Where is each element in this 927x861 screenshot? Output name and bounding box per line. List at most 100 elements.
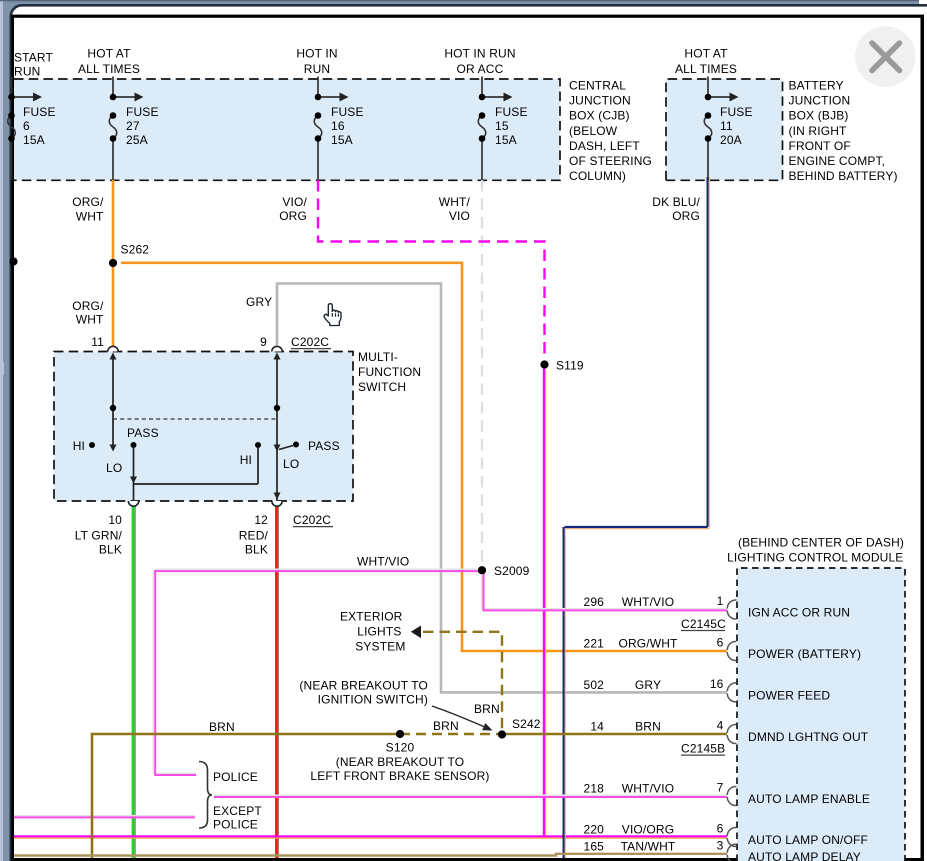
svg-text:PASS: PASS [127,426,159,440]
svg-text:COLUMN): COLUMN) [569,169,626,183]
svg-text:11: 11 [91,335,104,349]
svg-text:(BELOW: (BELOW [569,124,618,138]
svg-text:C2145C: C2145C [681,617,726,631]
svg-text:16: 16 [710,677,724,691]
svg-text:WHT/VIO: WHT/VIO [357,555,409,569]
svg-text:IGN ACC OR RUN: IGN ACC OR RUN [748,606,850,620]
svg-text:ALL TIMES: ALL TIMES [675,62,737,76]
svg-text:(NEAR BREAKOUT TO: (NEAR BREAKOUT TO [299,679,428,693]
svg-text:SYSTEM: SYSTEM [355,640,405,654]
svg-text:BOX (BJB): BOX (BJB) [789,109,849,123]
svg-text:HOT IN: HOT IN [296,47,337,61]
svg-text:20A: 20A [720,133,742,147]
svg-text:(IN RIGHT: (IN RIGHT [789,124,848,138]
svg-text:ORG/WHT: ORG/WHT [618,637,678,651]
svg-text:(BEHIND CENTER OF DASH): (BEHIND CENTER OF DASH) [738,535,904,549]
svg-text:502: 502 [584,678,605,692]
svg-text:VIO/: VIO/ [282,195,307,209]
svg-text:ORG/: ORG/ [72,299,104,313]
svg-text:BLK: BLK [99,543,122,557]
svg-text:15: 15 [495,119,509,133]
svg-text:AUTO LAMP ENABLE: AUTO LAMP ENABLE [748,792,870,806]
svg-text:25A: 25A [126,133,148,147]
svg-text:6: 6 [23,119,30,133]
svg-text:WHT/VIO: WHT/VIO [622,595,674,609]
svg-text:EXCEPT: EXCEPT [213,804,262,818]
svg-text:GRY: GRY [246,295,272,309]
svg-text:POLICE: POLICE [213,770,258,784]
svg-text:BEHIND BATTERY): BEHIND BATTERY) [789,169,898,183]
svg-text:IGNITION SWITCH): IGNITION SWITCH) [318,693,428,707]
svg-text:BRN: BRN [433,719,459,733]
svg-text:LEFT FRONT BRAKE SENSOR): LEFT FRONT BRAKE SENSOR) [310,769,489,783]
svg-text:CENTRAL: CENTRAL [569,79,626,93]
svg-text:S120: S120 [386,741,415,755]
svg-text:9: 9 [260,335,267,349]
svg-text:6: 6 [717,822,724,836]
svg-text:S242: S242 [512,717,541,731]
svg-text:EXTERIOR: EXTERIOR [340,609,403,623]
svg-text:FUNCTION: FUNCTION [358,365,421,379]
svg-text:PASS: PASS [308,439,340,453]
svg-text:RUN: RUN [14,65,40,79]
svg-text:BOX (CJB): BOX (CJB) [569,109,630,123]
svg-text:OF STEERING: OF STEERING [569,154,652,168]
svg-text:POWER FEED: POWER FEED [748,688,830,702]
svg-text:3: 3 [717,838,724,852]
svg-text:ENGINE COMPT,: ENGINE COMPT, [789,154,886,168]
svg-text:ORG/: ORG/ [72,195,104,209]
svg-text:DMND LGHTNG OUT: DMND LGHTNG OUT [748,730,869,744]
svg-text:S262: S262 [121,243,150,257]
svg-text:BRN: BRN [474,702,500,716]
svg-text:FUSE: FUSE [720,105,753,119]
svg-text:6: 6 [717,636,724,650]
svg-text:SWITCH: SWITCH [358,380,406,394]
svg-text:WHT: WHT [76,210,104,224]
svg-text:BATTERY: BATTERY [789,79,844,93]
svg-text:10: 10 [108,513,122,527]
svg-text:HOT AT: HOT AT [684,47,728,61]
svg-text:ORG: ORG [672,209,700,223]
svg-text:FUSE: FUSE [495,105,528,119]
svg-text:LO: LO [283,457,299,471]
svg-text:AUTO LAMP DELAY: AUTO LAMP DELAY [748,850,861,861]
svg-text:POLICE: POLICE [213,818,258,832]
svg-text:BLK: BLK [245,543,268,557]
svg-text:ORG: ORG [279,209,307,223]
svg-text:HI: HI [240,453,252,467]
svg-text:FUSE: FUSE [331,105,364,119]
svg-text:S119: S119 [556,359,584,373]
svg-text:TAN/WHT: TAN/WHT [621,839,676,853]
svg-text:220: 220 [584,823,605,837]
svg-text:16: 16 [331,119,345,133]
svg-text:4: 4 [717,719,724,733]
svg-text:14: 14 [590,720,604,734]
svg-text:15A: 15A [23,133,45,147]
svg-text:FUSE: FUSE [23,105,56,119]
svg-text:FUSE: FUSE [126,105,159,119]
svg-text:JUNCTION: JUNCTION [569,94,631,108]
svg-text:GRY: GRY [635,678,661,692]
svg-text:296: 296 [584,595,605,609]
svg-text:POWER (BATTERY): POWER (BATTERY) [748,647,861,661]
svg-text:221: 221 [584,637,605,651]
svg-text:218: 218 [584,782,605,796]
svg-text:OR ACC: OR ACC [457,62,504,76]
svg-text:BRN: BRN [635,720,661,734]
svg-text:WHT/: WHT/ [439,195,471,209]
svg-text:165: 165 [584,839,605,853]
svg-text:LIGHTS: LIGHTS [357,625,401,639]
svg-text:27: 27 [126,119,140,133]
svg-text:C202C: C202C [293,513,331,527]
svg-text:VIO/ORG: VIO/ORG [622,823,674,837]
svg-text:LT GRN/: LT GRN/ [75,529,123,543]
svg-text:HOT AT: HOT AT [87,47,131,61]
svg-text:ALL TIMES: ALL TIMES [78,62,140,76]
svg-text:C202C: C202C [291,335,329,349]
svg-text:MULTI-: MULTI- [358,350,398,364]
svg-text:RED/: RED/ [239,529,269,543]
svg-text:AUTO LAMP ON/OFF: AUTO LAMP ON/OFF [748,833,868,847]
svg-text:WHT: WHT [76,313,104,327]
svg-text:START: START [14,51,53,65]
svg-text:BRN: BRN [209,720,235,734]
